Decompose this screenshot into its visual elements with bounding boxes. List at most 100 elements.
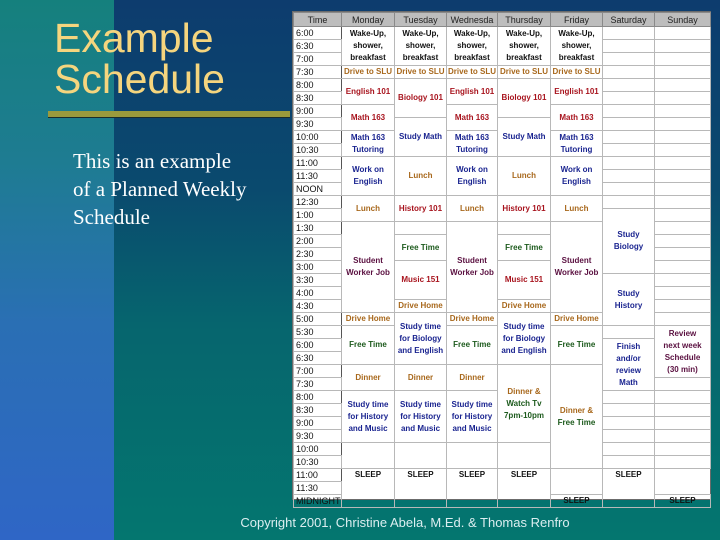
empty-cell	[654, 429, 711, 443]
event-sleep-tuesday: SLEEP	[394, 468, 447, 508]
event-finish-math-saturday: Finish and/or review Math	[602, 338, 655, 391]
schedule-grid: Time Monday Tuesday Wednesda Thursday Fr…	[293, 12, 711, 508]
time-cell: 7:30	[293, 65, 342, 79]
event-drive-slu-thursday: Drive to SLU	[497, 65, 551, 79]
slide-title: Example Schedule	[54, 18, 225, 100]
empty-cell	[654, 442, 711, 456]
empty-cell	[654, 403, 711, 417]
empty-cell	[497, 442, 551, 469]
empty-cell	[602, 26, 655, 40]
event-free-time-friday: Free Time	[550, 325, 603, 365]
empty-cell	[602, 390, 655, 404]
event-english101-monday: English 101	[341, 78, 395, 105]
time-cell: 11:30	[293, 169, 342, 183]
time-cell: 4:00	[293, 286, 342, 300]
time-cell: 3:00	[293, 260, 342, 274]
empty-cell	[654, 130, 711, 144]
empty-cell	[654, 169, 711, 183]
time-cell: 11:30	[293, 481, 342, 495]
event-study-bio-eng-thursday: Study time for Biology and English	[497, 312, 551, 365]
empty-cell	[654, 221, 711, 235]
empty-cell	[654, 104, 711, 118]
empty-cell	[654, 234, 711, 248]
event-study-hist-music-wednesday: Study time for History and Music	[446, 390, 498, 443]
empty-cell	[550, 468, 603, 495]
event-free-time-wednesday: Free Time	[446, 325, 498, 365]
event-lunch-friday: Lunch	[550, 195, 603, 222]
time-cell: 10:00	[293, 442, 342, 456]
empty-cell	[602, 91, 655, 105]
weekly-schedule-table: Time Monday Tuesday Wednesda Thursday Fr…	[292, 11, 711, 508]
event-wake-tuesday: Wake-Up, shower, breakfast	[394, 26, 447, 66]
empty-cell	[654, 91, 711, 105]
event-drive-home-tuesday: Drive Home	[394, 299, 447, 313]
table-row: 10:00	[293, 442, 711, 469]
table-row: 11:00 Work on English Lunch Work on Englis…	[293, 156, 711, 196]
event-history101-thursday: History 101	[497, 195, 551, 222]
empty-cell	[654, 39, 711, 53]
event-math163-wednesday: Math 163	[446, 104, 498, 131]
event-math163-monday: Math 163	[341, 104, 395, 131]
time-cell: 9:30	[293, 429, 342, 443]
event-math-tutoring-friday: Math 163 Tutoring	[550, 130, 603, 157]
event-dinner-tv-thursday: Dinner & Watch Tv 7pm-10pm	[497, 364, 551, 443]
time-cell: 5:30	[293, 325, 342, 339]
title-underline	[48, 111, 290, 118]
event-work-english-friday: Work on English	[550, 156, 603, 196]
empty-cell	[602, 182, 655, 196]
empty-cell	[654, 26, 711, 40]
empty-cell	[602, 52, 655, 66]
empty-cell	[602, 169, 655, 183]
time-cell: 8:00	[293, 390, 342, 404]
empty-cell	[341, 442, 395, 469]
event-dinner-tuesday: Dinner	[394, 364, 447, 391]
event-music151-tuesday: Music 151	[394, 260, 447, 300]
time-cell: 4:30	[293, 299, 342, 313]
event-sleep-monday: SLEEP	[341, 468, 395, 508]
event-drive-slu-tuesday: Drive to SLU	[394, 65, 447, 79]
time-cell: 11:00	[293, 468, 342, 482]
empty-cell	[654, 286, 711, 300]
event-math-tutoring-monday: Math 163 Tutoring	[341, 130, 395, 157]
time-cell: 12:30	[293, 195, 342, 209]
time-cell: 1:30	[293, 221, 342, 235]
empty-cell	[654, 299, 711, 313]
empty-cell	[602, 429, 655, 443]
empty-cell	[654, 273, 711, 287]
event-biology101-tuesday: Biology 101	[394, 78, 447, 118]
empty-cell	[602, 325, 655, 339]
event-free-time-monday: Free Time	[341, 325, 395, 365]
event-math163-friday: Math 163	[550, 104, 603, 131]
table-row: 12:30 Lunch History 101 Lunch History 10…	[293, 195, 711, 222]
event-wake-thursday: Wake-Up, shower, breakfast	[497, 26, 551, 66]
empty-cell	[654, 390, 711, 404]
time-cell: 7:00	[293, 364, 342, 378]
empty-cell	[654, 182, 711, 196]
event-lunch-thursday: Lunch	[497, 156, 551, 196]
empty-cell	[654, 117, 711, 131]
time-cell: 8:30	[293, 91, 342, 105]
table-row: 6:00 Wake-Up, shower, breakfast Wake-Up, sh…	[293, 26, 711, 66]
event-study-hist-music-tuesday: Study time for History and Music	[394, 390, 447, 443]
empty-cell	[654, 52, 711, 66]
time-cell: 2:30	[293, 247, 342, 261]
empty-cell	[654, 78, 711, 92]
event-wake-wednesday: Wake-Up, shower, breakfast	[446, 26, 498, 66]
empty-cell	[654, 312, 711, 326]
event-drive-home-monday: Drive Home	[341, 312, 395, 326]
event-sleep-thursday: SLEEP	[497, 468, 551, 508]
time-cell: 5:00	[293, 312, 342, 326]
slide-subtitle: This is an example of a Planned Weekly S…	[73, 149, 247, 229]
empty-cell	[654, 455, 711, 469]
time-cell: 8:30	[293, 403, 342, 417]
empty-cell	[654, 156, 711, 170]
event-dinner-monday: Dinner	[341, 364, 395, 391]
empty-cell	[654, 247, 711, 261]
title-line-2: Schedule	[54, 56, 225, 102]
event-study-math-thursday: Study Math	[497, 117, 551, 157]
empty-cell	[602, 416, 655, 430]
event-history101-tuesday: History 101	[394, 195, 447, 222]
event-work-english-wednesday: Work on English	[446, 156, 498, 196]
event-english101-friday: English 101	[550, 78, 603, 105]
empty-cell	[654, 195, 711, 209]
